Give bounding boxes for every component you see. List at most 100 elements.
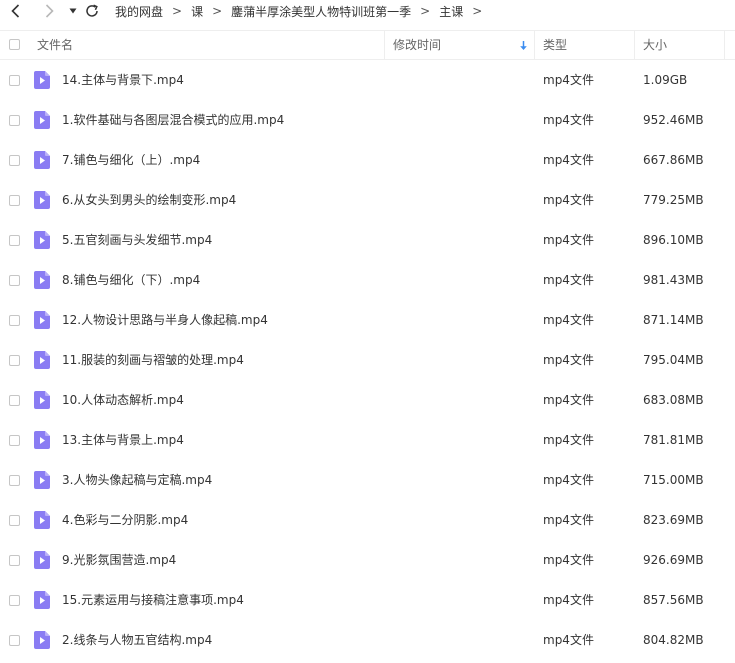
file-checkbox[interactable] (9, 195, 20, 206)
file-name[interactable]: 14.主体与背景下.mp4 (62, 60, 184, 100)
file-type: mp4文件 (543, 393, 594, 407)
file-checkbox[interactable] (9, 275, 20, 286)
file-type: mp4文件 (543, 593, 594, 607)
chevron-left-icon (10, 4, 19, 18)
file-checkbox[interactable] (9, 155, 20, 166)
file-name[interactable]: 10.人体动态解析.mp4 (62, 380, 184, 420)
file-row[interactable]: 1.软件基础与各图层混合模式的应用.mp4 mp4文件 952.46MB (0, 100, 735, 140)
file-name[interactable]: 1.软件基础与各图层混合模式的应用.mp4 (62, 100, 284, 140)
video-file-icon (34, 151, 50, 169)
file-checkbox[interactable] (9, 75, 20, 86)
file-row[interactable]: 14.主体与背景下.mp4 mp4文件 1.09GB (0, 60, 735, 100)
column-divider[interactable] (534, 31, 535, 59)
file-name[interactable]: 6.从女头到男头的绘制变形.mp4 (62, 180, 236, 220)
file-size: 795.04MB (643, 353, 704, 367)
file-size: 779.25MB (643, 193, 704, 207)
file-checkbox[interactable] (9, 235, 20, 246)
back-button[interactable] (5, 0, 25, 22)
file-name[interactable]: 12.人物设计思路与半身人像起稿.mp4 (62, 300, 268, 340)
file-name[interactable]: 7.铺色与细化（上）.mp4 (62, 140, 200, 180)
file-checkbox[interactable] (9, 475, 20, 486)
file-row[interactable]: 7.铺色与细化（上）.mp4 mp4文件 667.86MB (0, 140, 735, 180)
file-checkbox[interactable] (9, 435, 20, 446)
file-checkbox[interactable] (9, 395, 20, 406)
file-type: mp4文件 (543, 473, 594, 487)
file-checkbox[interactable] (9, 555, 20, 566)
breadcrumb-item[interactable]: 鏖蒲半厚涂美型人物特训班第一季 (231, 3, 411, 20)
file-name[interactable]: 3.人物头像起稿与定稿.mp4 (62, 460, 212, 500)
column-header-name[interactable]: 文件名 (37, 31, 73, 59)
file-name[interactable]: 9.光影氛围营造.mp4 (62, 540, 176, 580)
file-name[interactable]: 5.五官刻画与头发细节.mp4 (62, 220, 212, 260)
file-row[interactable]: 2.线条与人物五官结构.mp4 mp4文件 804.82MB (0, 620, 735, 660)
caret-down-icon (69, 8, 77, 14)
breadcrumb-item[interactable]: 我的网盘 (115, 3, 163, 20)
file-checkbox[interactable] (9, 595, 20, 606)
file-type: mp4文件 (543, 233, 594, 247)
file-row[interactable]: 11.服装的刻画与褶皱的处理.mp4 mp4文件 795.04MB (0, 340, 735, 380)
file-row[interactable]: 13.主体与背景上.mp4 mp4文件 781.81MB (0, 420, 735, 460)
refresh-button[interactable] (83, 0, 101, 22)
file-row[interactable]: 6.从女头到男头的绘制变形.mp4 mp4文件 779.25MB (0, 180, 735, 220)
file-name[interactable]: 2.线条与人物五官结构.mp4 (62, 620, 212, 660)
file-size: 1.09GB (643, 73, 688, 87)
history-dropdown[interactable] (67, 0, 79, 22)
forward-button[interactable] (39, 0, 59, 22)
file-checkbox[interactable] (9, 315, 20, 326)
toolbar: 我的网盘 > 课 > 鏖蒲半厚涂美型人物特训班第一季 > 主课 > (0, 0, 735, 22)
file-checkbox[interactable] (9, 515, 20, 526)
file-size: 871.14MB (643, 313, 704, 327)
file-size: 781.81MB (643, 433, 704, 447)
chevron-right-icon (45, 4, 54, 18)
file-row[interactable]: 15.元素运用与接稿注意事项.mp4 mp4文件 857.56MB (0, 580, 735, 620)
file-name[interactable]: 4.色彩与二分阴影.mp4 (62, 500, 188, 540)
file-checkbox[interactable] (9, 115, 20, 126)
refresh-icon (86, 4, 98, 17)
file-name[interactable]: 13.主体与背景上.mp4 (62, 420, 184, 460)
breadcrumb: 我的网盘 > 课 > 鏖蒲半厚涂美型人物特训班第一季 > 主课 > (115, 0, 491, 22)
breadcrumb-item[interactable]: 主课 (439, 3, 463, 20)
video-file-icon (34, 511, 50, 529)
video-file-icon (34, 191, 50, 209)
file-list-header: 文件名 修改时间 类型 大小 (0, 30, 735, 60)
file-row[interactable]: 12.人物设计思路与半身人像起稿.mp4 mp4文件 871.14MB (0, 300, 735, 340)
video-file-icon (34, 351, 50, 369)
video-file-icon (34, 591, 50, 609)
breadcrumb-separator: > (472, 4, 483, 18)
column-header-size[interactable]: 大小 (643, 31, 667, 59)
column-divider[interactable] (384, 31, 385, 59)
file-type: mp4文件 (543, 73, 594, 87)
column-divider[interactable] (634, 31, 635, 59)
column-header-type[interactable]: 类型 (543, 31, 567, 59)
file-checkbox[interactable] (9, 635, 20, 646)
file-list: 14.主体与背景下.mp4 mp4文件 1.09GB 1.软件基础与各图层混合模式的应… (0, 60, 735, 660)
video-file-icon (34, 271, 50, 289)
breadcrumb-item[interactable]: 课 (191, 3, 203, 20)
column-divider[interactable] (724, 31, 725, 59)
file-type: mp4文件 (543, 553, 594, 567)
file-type: mp4文件 (543, 113, 594, 127)
file-size: 981.43MB (643, 273, 704, 287)
file-row[interactable]: 4.色彩与二分阴影.mp4 mp4文件 823.69MB (0, 500, 735, 540)
file-row[interactable]: 10.人体动态解析.mp4 mp4文件 683.08MB (0, 380, 735, 420)
select-all-checkbox[interactable] (9, 39, 20, 50)
breadcrumb-separator: > (172, 4, 183, 18)
column-header-modified[interactable]: 修改时间 (393, 31, 441, 59)
file-type: mp4文件 (543, 313, 594, 327)
file-row[interactable]: 3.人物头像起稿与定稿.mp4 mp4文件 715.00MB (0, 460, 735, 500)
file-row[interactable]: 8.铺色与细化（下）.mp4 mp4文件 981.43MB (0, 260, 735, 300)
breadcrumb-separator: > (420, 4, 431, 18)
sort-descending-icon[interactable] (519, 31, 528, 59)
file-name[interactable]: 8.铺色与细化（下）.mp4 (62, 260, 200, 300)
file-name[interactable]: 15.元素运用与接稿注意事项.mp4 (62, 580, 244, 620)
file-row[interactable]: 9.光影氛围营造.mp4 mp4文件 926.69MB (0, 540, 735, 580)
file-checkbox[interactable] (9, 355, 20, 366)
file-type: mp4文件 (543, 633, 594, 647)
file-size: 804.82MB (643, 633, 704, 647)
file-type: mp4文件 (543, 273, 594, 287)
video-file-icon (34, 111, 50, 129)
file-row[interactable]: 5.五官刻画与头发细节.mp4 mp4文件 896.10MB (0, 220, 735, 260)
file-name[interactable]: 11.服装的刻画与褶皱的处理.mp4 (62, 340, 244, 380)
file-size: 683.08MB (643, 393, 704, 407)
breadcrumb-separator: > (212, 4, 223, 18)
